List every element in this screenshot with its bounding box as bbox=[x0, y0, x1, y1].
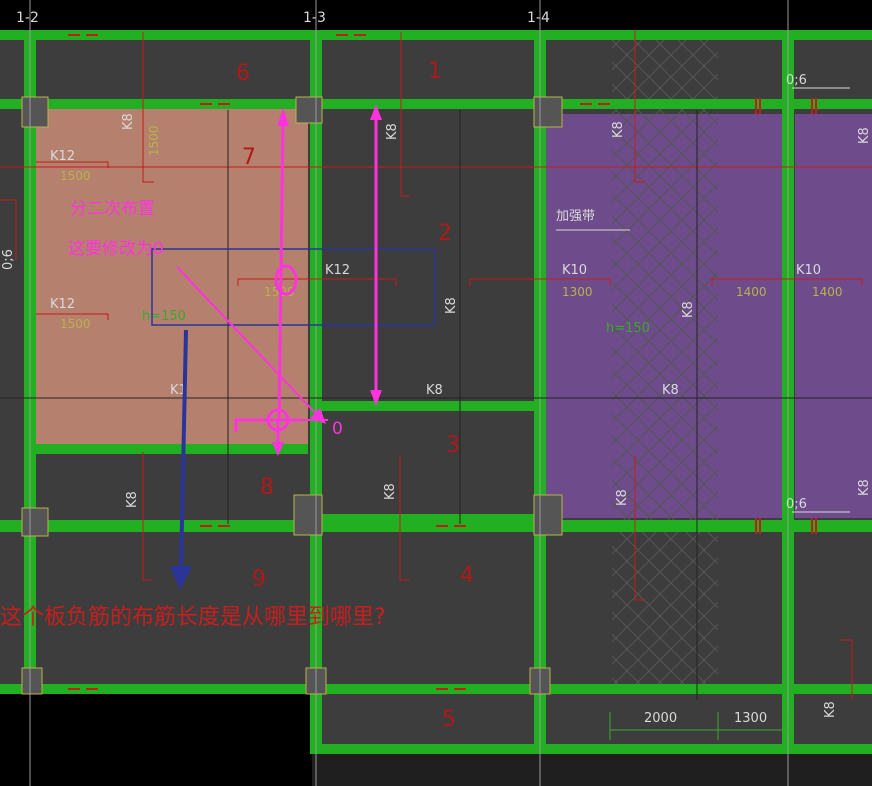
slab-purple-right[interactable] bbox=[795, 114, 872, 518]
panel-number-8: 8 bbox=[260, 475, 274, 500]
panel-number-6: 6 bbox=[236, 61, 250, 86]
annotation-zero-value: 0 bbox=[332, 419, 343, 439]
rebar-length-1500-b: 1500 bbox=[60, 169, 91, 183]
label-jiaqiangdai: 加强带 bbox=[556, 209, 595, 224]
panel-number-5: 5 bbox=[442, 707, 456, 732]
axis-header-strip bbox=[0, 0, 872, 30]
rebar-label-k12-c: K12 bbox=[325, 263, 350, 278]
panel-number-3: 3 bbox=[446, 433, 460, 458]
rebar-label-k12-b: K12 bbox=[50, 297, 75, 312]
annotation-note-split-layout: 分二次布置 bbox=[70, 199, 155, 219]
panel-number-7: 7 bbox=[242, 145, 256, 170]
hatched-band bbox=[612, 30, 718, 694]
rebar-label-k8-j: K8 bbox=[383, 483, 398, 500]
floor-plan-drawing: 1-2 1-3 1-4 6 1 7 2 3 8 9 4 5 K8 1500 K8… bbox=[0, 0, 872, 786]
rebar-label-k8-k: K8 bbox=[615, 489, 630, 506]
rebar-label-k8-i: K8 bbox=[125, 491, 140, 508]
rebar-length-1500-c: 1500 bbox=[60, 317, 91, 331]
rebar-label-k8-g: K8 bbox=[681, 301, 696, 318]
rebar-length-1300-a: 1300 bbox=[562, 285, 593, 299]
annotation-question: 这个板负筋的布筋长度是从哪里到哪里? bbox=[0, 605, 386, 630]
dim-length-2000: 2000 bbox=[644, 711, 677, 726]
rebar-label-k8-h: K8 bbox=[857, 127, 872, 144]
rebar-label-k8-e: K8 bbox=[662, 383, 679, 398]
dim-label-06-a: 0;6 bbox=[786, 73, 807, 88]
panel-number-2: 2 bbox=[438, 221, 452, 246]
axis-label-1-4: 1-4 bbox=[527, 10, 550, 26]
dim-label-06-b: 0;6 bbox=[786, 497, 807, 512]
slab-thickness-label-a: h=150 bbox=[142, 309, 186, 324]
rebar-label-k8-m: K8 bbox=[823, 701, 838, 718]
rebar-label-k8-f: K8 bbox=[611, 121, 626, 138]
rebar-label-k8-l: K8 bbox=[857, 479, 872, 496]
panel-number-1: 1 bbox=[428, 59, 442, 84]
cad-canvas[interactable]: 1-2 1-3 1-4 6 1 7 2 3 8 9 4 5 K8 1500 K8… bbox=[0, 0, 872, 786]
rebar-label-k8-a: K8 bbox=[121, 113, 136, 130]
dim-length-1300: 1300 bbox=[734, 711, 767, 726]
rebar-length-1400-b: 1400 bbox=[812, 285, 843, 299]
axis-label-1-3: 1-3 bbox=[303, 10, 326, 26]
rebar-label-k12-a: K12 bbox=[50, 149, 75, 164]
rebar-length-1500-a: 1500 bbox=[147, 125, 161, 156]
annotation-note-change-to-zero: 这要修改为0 bbox=[68, 239, 164, 259]
rebar-length-1400-a: 1400 bbox=[736, 285, 767, 299]
slab-thickness-label-b: h=150 bbox=[606, 321, 650, 336]
panel-number-4: 4 bbox=[460, 563, 474, 588]
dim-label-06-c: 0;6 bbox=[1, 249, 16, 270]
rebar-label-k8-c: K8 bbox=[444, 297, 459, 314]
outside-area bbox=[0, 694, 312, 786]
rebar-label-k10-a: K10 bbox=[562, 263, 587, 278]
rebar-label-k8-b: K8 bbox=[385, 123, 400, 140]
rebar-label-k8-d: K8 bbox=[426, 383, 443, 398]
panel-number-9: 9 bbox=[252, 567, 266, 592]
axis-label-1-2: 1-2 bbox=[16, 10, 39, 26]
rebar-label-k10-b: K10 bbox=[796, 263, 821, 278]
